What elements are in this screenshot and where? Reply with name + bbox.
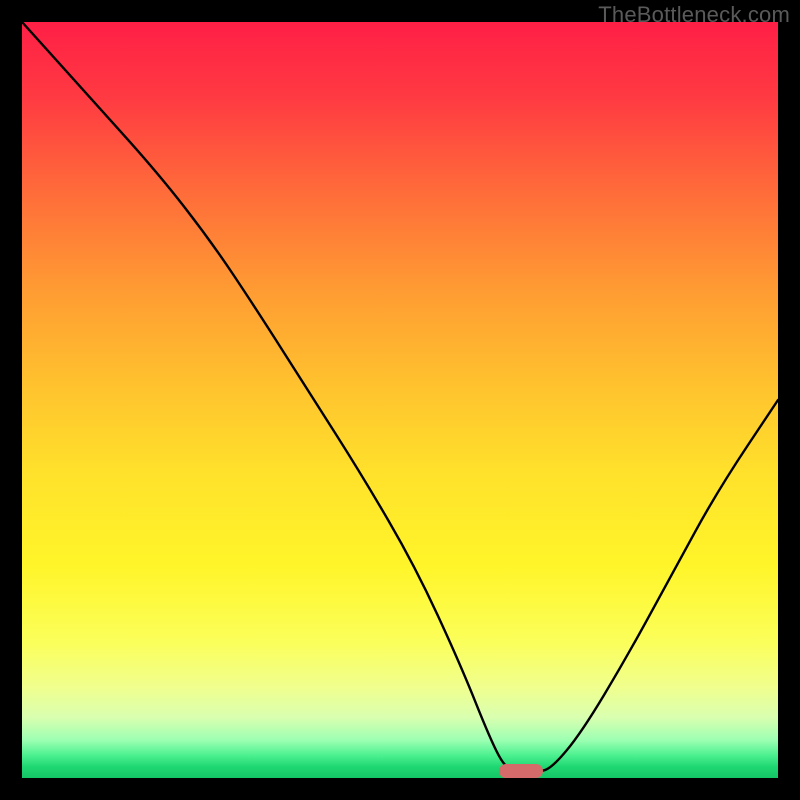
bottleneck-curve [22, 22, 778, 778]
chart-frame: TheBottleneck.com [0, 0, 800, 800]
watermark-text: TheBottleneck.com [598, 2, 790, 28]
optimal-marker [499, 764, 543, 778]
plot-area [22, 22, 778, 778]
